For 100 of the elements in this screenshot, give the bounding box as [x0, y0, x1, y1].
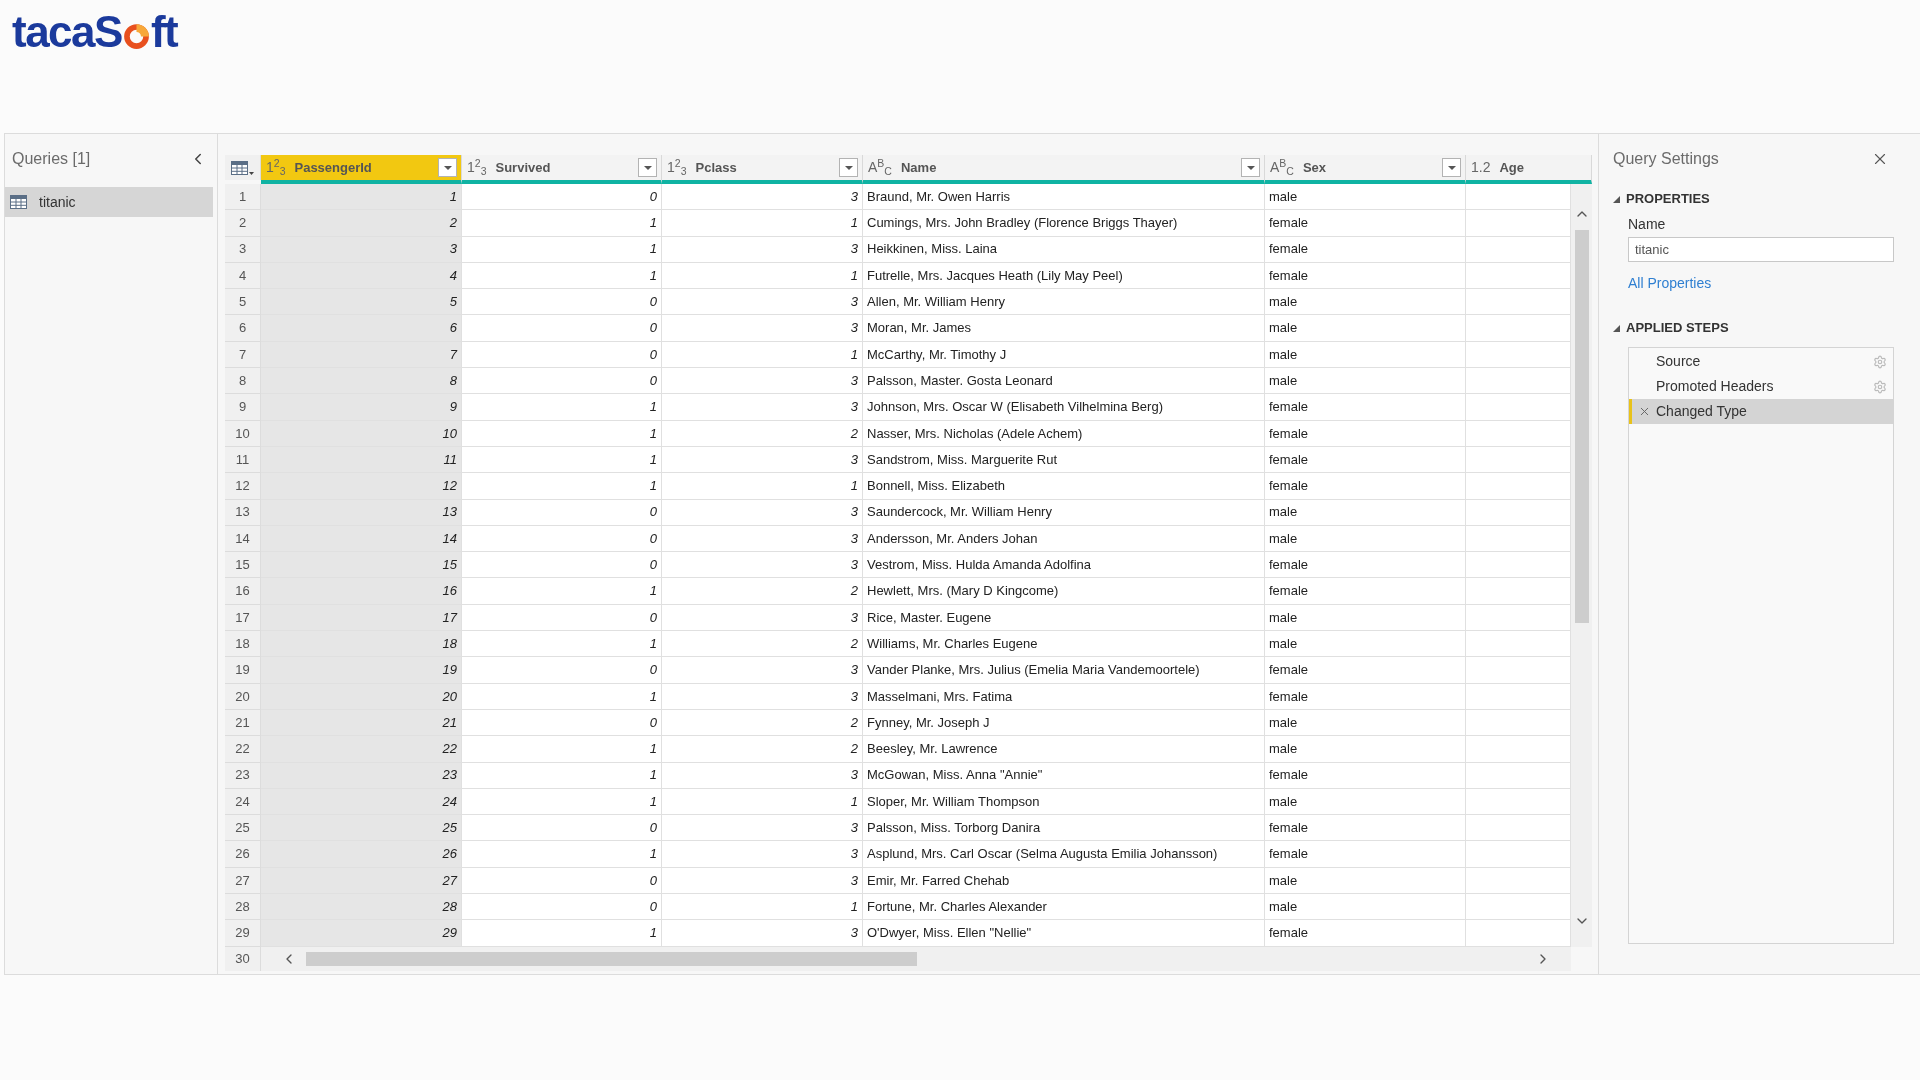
table-cell: 0	[462, 552, 662, 579]
table-cell: Andersson, Mr. Anders Johan	[863, 525, 1265, 553]
filter-dropdown-button[interactable]	[438, 158, 457, 177]
table-cell: 3	[662, 867, 863, 894]
row-number: 24	[225, 788, 261, 816]
row-number: 7	[225, 341, 261, 369]
table-cell: Vestrom, Miss. Hulda Amanda Adolfina	[863, 552, 1265, 579]
caret-down-icon	[1447, 165, 1456, 170]
table-cell: male	[1265, 788, 1466, 816]
row-number: 20	[225, 683, 261, 710]
table-cell: Sandstrom, Miss. Marguerite Rut	[863, 446, 1265, 474]
table-cell: female	[1265, 683, 1466, 710]
table-cell: 28	[261, 894, 462, 921]
scrollbar-thumb[interactable]	[306, 951, 917, 966]
table-cell: Nasser, Mrs. Nicholas (Adele Achem)	[863, 420, 1265, 447]
column-header[interactable]: A$^{B}$$_{C}$ Name	[863, 155, 1265, 184]
table-cell: 16	[261, 578, 462, 605]
table-cell: 18	[261, 631, 462, 658]
table-cell: 3	[662, 920, 863, 947]
table-cell: 22	[261, 736, 462, 763]
table-cell: 0	[462, 499, 662, 526]
logo-text: tacaS	[12, 10, 122, 54]
table-cell: 1	[462, 788, 662, 816]
caret-down-icon	[1246, 165, 1255, 170]
row-number: 21	[225, 709, 261, 737]
all-properties-link[interactable]: All Properties	[1628, 274, 1893, 292]
applied-step[interactable]: Source	[1629, 349, 1893, 374]
table-cell: 17	[261, 604, 462, 632]
row-number: 28	[225, 894, 261, 921]
row-number: 15	[225, 552, 261, 579]
table-menu-button[interactable]	[231, 160, 254, 175]
table-cell: 7	[261, 341, 462, 369]
row-number: 18	[225, 631, 261, 658]
table-cell: Futrelle, Mrs. Jacques Heath (Lily May Peel)	[863, 262, 1265, 290]
table-cell: 3	[662, 657, 863, 684]
logo-text: ft	[150, 10, 178, 54]
table-cell: 1	[462, 762, 662, 789]
applied-step[interactable]: Promoted Headers	[1629, 374, 1893, 399]
column-header[interactable]: 1$^{2}$$_{3}$ Survived	[462, 155, 662, 184]
table-cell: Heikkinen, Miss. Laina	[863, 236, 1265, 263]
table-icon	[10, 195, 27, 209]
row-number: 2	[225, 210, 261, 237]
row-number: 19	[225, 657, 261, 684]
filter-dropdown-button[interactable]	[839, 158, 858, 177]
table-cell: male	[1265, 499, 1466, 526]
filter-dropdown-button[interactable]	[1442, 158, 1461, 177]
section-title[interactable]: PROPERTIES	[1626, 189, 1710, 209]
table-cell: male	[1265, 184, 1466, 211]
panel-title: Queries [1]	[12, 149, 91, 169]
caret-down-icon	[443, 165, 452, 170]
table-cell: 8	[261, 368, 462, 395]
table-cell: 1	[662, 788, 863, 816]
table-cell: 3	[662, 499, 863, 526]
row-number: 3	[225, 236, 261, 263]
table-cell: Masselmani, Mrs. Fatima	[863, 683, 1265, 710]
row-number: 29	[225, 920, 261, 947]
row-number: 4	[225, 262, 261, 290]
expanded-triangle-icon[interactable]	[1613, 324, 1620, 332]
section-title[interactable]: APPLIED STEPS	[1626, 318, 1729, 338]
filter-dropdown-button[interactable]	[1241, 158, 1260, 177]
filter-dropdown-button[interactable]	[638, 158, 657, 177]
expanded-triangle-icon[interactable]	[1613, 195, 1620, 203]
table-cell: 19	[261, 657, 462, 684]
column-header[interactable]: A$^{B}$$_{C}$ Sex	[1265, 155, 1466, 184]
table-cell: 15	[261, 552, 462, 579]
scrollbar-thumb[interactable]	[1574, 230, 1589, 623]
table-icon	[231, 160, 248, 175]
table-cell: female	[1265, 446, 1466, 474]
horizontal-scrollbar[interactable]	[261, 946, 1571, 971]
column-header[interactable]: 1$^{2}$$_{3}$ PassengerId	[261, 155, 462, 184]
table-cell: 11	[261, 446, 462, 474]
table-cell: male	[1265, 631, 1466, 658]
row-number: 23	[225, 762, 261, 789]
table-cell: 3	[662, 289, 863, 316]
table-cell: 1	[462, 394, 662, 421]
query-item[interactable]: titanic	[5, 187, 213, 217]
table-cell: female	[1265, 815, 1466, 842]
table-cell: 1	[462, 920, 662, 947]
column-header[interactable]: 1.2 Age	[1466, 155, 1592, 184]
table-cell: male	[1265, 894, 1466, 921]
row-number: 13	[225, 499, 261, 526]
name-input[interactable]: titanic	[1628, 237, 1894, 262]
caret-down-icon	[844, 165, 853, 170]
table-cell: 9	[261, 394, 462, 421]
column-header[interactable]: 1$^{2}$$_{3}$ Pclass	[662, 155, 863, 184]
applied-step[interactable]: Changed Type	[1629, 399, 1893, 424]
table-cell: McCarthy, Mr. Timothy J	[863, 341, 1265, 369]
delete-icon[interactable]	[1638, 405, 1651, 418]
field-label: Name	[1628, 215, 1667, 233]
table-cell: 2	[662, 736, 863, 763]
table-cell: Saundercock, Mr. William Henry	[863, 499, 1265, 526]
caret-down-icon	[643, 165, 652, 170]
table-cell: 0	[462, 341, 662, 369]
table-cell: male	[1265, 368, 1466, 395]
row-number: 12	[225, 473, 261, 500]
table-cell: 3	[662, 525, 863, 553]
table-cell: male	[1265, 341, 1466, 369]
table-cell: McGowan, Miss. Anna "Annie"	[863, 762, 1265, 789]
table-cell: Fortune, Mr. Charles Alexander	[863, 894, 1265, 921]
vertical-scrollbar[interactable]	[1571, 184, 1592, 947]
